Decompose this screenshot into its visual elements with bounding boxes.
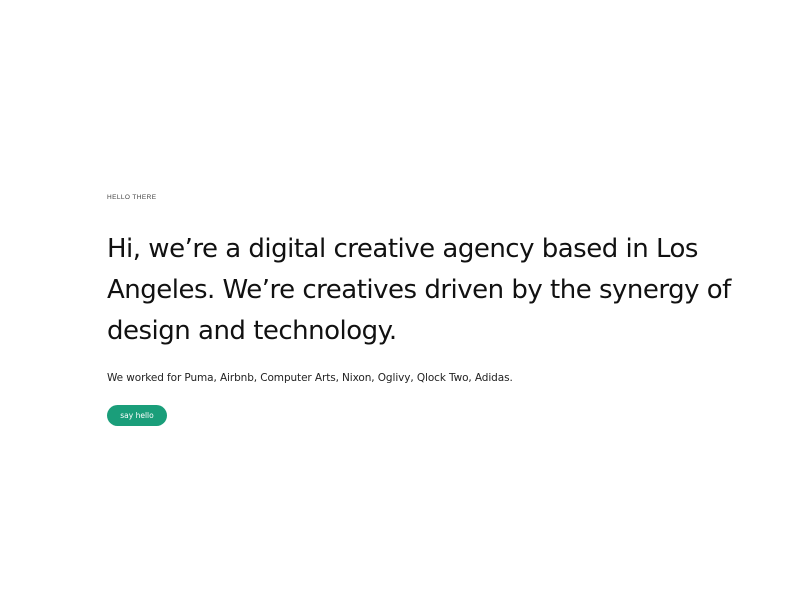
say-hello-button[interactable]: say hello xyxy=(107,405,167,426)
page-headline: Hi, we’re a digital creative agency base… xyxy=(107,234,731,346)
eyebrow-label: Hello there xyxy=(107,194,157,201)
hero-section: Hello there Hi, we’re a digital creative… xyxy=(107,194,747,426)
clients-text: We worked for Puma, Airbnb, Computer Art… xyxy=(107,372,513,384)
